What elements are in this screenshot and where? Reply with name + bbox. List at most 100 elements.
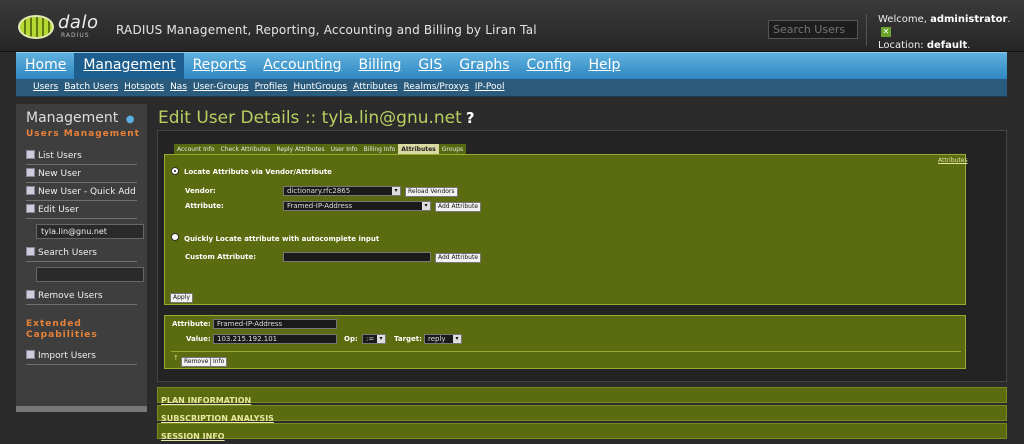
sidebar-title-text: Management [26,110,119,126]
tab-billing-info[interactable]: Billing Info [361,144,399,154]
drop-icon: ● [125,114,135,125]
nav-billing[interactable]: Billing [349,53,409,80]
search-users-field[interactable] [36,267,144,282]
search-users-icon [26,247,35,256]
nav-help[interactable]: Help [579,53,628,80]
vendor-select[interactable]: dictionary.rfc2865 ▾ [283,186,401,196]
add-attribute-button-2[interactable]: Add Attribute [435,253,482,263]
radio-vendor-attribute-label: Locate Attribute via Vendor/Attribute [184,168,332,176]
tab-user-info[interactable]: User Info [328,144,361,154]
list-users-icon [26,150,35,159]
nav-config[interactable]: Config [518,53,580,80]
sidebar-item-remove-users[interactable]: Remove Users [26,287,137,305]
chevron-down-icon: ▾ [453,335,461,343]
remove-users-icon [26,290,35,299]
user-tabs: Account Info Check Attributes Reply Attr… [174,144,467,154]
nav-management[interactable]: Management [74,53,184,80]
reload-vendors-button[interactable]: Reload Vendors [405,187,458,197]
custom-attribute-input[interactable] [283,252,431,262]
edit-user-input[interactable]: tyla.lin@gnu.net [36,224,144,239]
search-users-input[interactable] [768,20,858,39]
help-icon[interactable]: ? [466,109,475,127]
op-select-value: := [366,335,375,343]
subnav-ip-pool[interactable]: IP-Pool [472,79,508,92]
subnav-realms-proxys[interactable]: Realms/Proxys [401,79,472,92]
subnav-profiles[interactable]: Profiles [252,79,291,92]
welcome-username: administrator [930,14,1008,25]
sidebar-item-list-users[interactable]: List Users [26,147,137,165]
logout-icon[interactable]: ✕ [881,27,891,37]
subscription-analysis-section[interactable]: SUBSCRIPTION ANALYSIS [157,405,1007,423]
chevron-down-icon: ▾ [377,335,385,343]
remove-button[interactable]: Remove [181,357,212,367]
header: dalo RADIUS RADIUS Management, Reporting… [0,0,1024,52]
tab-groups[interactable]: Groups [439,144,466,154]
subscription-analysis-link[interactable]: SUBSCRIPTION ANALYSIS [158,414,274,423]
nav-gis[interactable]: GIS [409,53,450,80]
tab-attributes[interactable]: Attributes [398,144,439,154]
attributes-link[interactable]: Attributes [938,157,968,164]
op-select[interactable]: := ▾ [362,334,386,344]
chevron-down-icon: ▾ [422,202,430,210]
apply-button[interactable]: Apply [170,293,193,303]
tagline: RADIUS Management, Reporting, Accounting… [116,23,537,37]
attribute-row-panel: Attribute: Framed-IP-Address Value: 103.… [164,315,966,369]
radio-vendor-attribute[interactable] [171,167,179,175]
tab-check-attributes[interactable]: Check Attributes [218,144,274,154]
subnav-huntgroups[interactable]: HuntGroups [290,79,350,92]
logo-word: dalo [58,12,99,33]
nav-accounting[interactable]: Accounting [254,53,349,80]
nav-home[interactable]: Home [16,53,74,80]
subnav-nas[interactable]: Nas [167,79,190,92]
vendor-select-value: dictionary.rfc2865 [287,187,351,195]
edit-user-icon [26,204,35,213]
tab-account-info[interactable]: Account Info [174,144,218,154]
sidebar-bottom-bar [16,406,147,412]
dalo-logo[interactable]: dalo RADIUS [16,12,99,44]
header-divider [866,14,867,46]
chevron-down-icon: ▾ [392,187,400,195]
add-attribute-button[interactable]: Add Attribute [435,202,482,212]
subnav-user-groups[interactable]: User-Groups [190,79,252,92]
location-prefix: Location: [878,40,924,51]
watermelon-logo-icon [18,15,54,39]
sidebar-item-label: New User - Quick Add [38,187,136,197]
sidebar-item-label: Remove Users [38,291,103,301]
attribute-label: Attribute: [185,202,224,210]
target-select[interactable]: reply ▾ [424,334,462,344]
subnav-batch-users[interactable]: Batch Users [61,79,121,92]
sidebar-item-new-user-quick-add[interactable]: New User - Quick Add [26,183,137,201]
session-info-section[interactable]: SESSION INFO [157,423,1007,441]
attribute-select-value: Framed-IP-Address [287,202,353,210]
sidebar: Management ● Users Management List Users… [16,104,147,412]
sub-nav: Users Batch Users Hotspots Nas User-Grou… [16,79,1007,97]
radio-autocomplete[interactable] [171,233,179,241]
subnav-hotspots[interactable]: Hotspots [121,79,167,92]
sidebar-item-new-user[interactable]: New User [26,165,137,183]
tab-reply-attributes[interactable]: Reply Attributes [273,144,327,154]
locate-attribute-panel: Attributes Locate Attribute via Vendor/A… [164,154,968,305]
nav-graphs[interactable]: Graphs [450,53,517,80]
info-button[interactable]: Info [210,357,228,367]
page-title-text: Edit User Details :: tyla.lin@gnu.net [158,108,462,128]
sidebar-item-label: Edit User [38,205,79,215]
row-value-input[interactable]: 103.215.192.101 [213,334,337,344]
sidebar-item-label: List Users [38,151,82,161]
plan-information-section[interactable]: PLAN INFORMATION [157,387,1007,405]
sidebar-item-edit-user[interactable]: Edit User [26,201,137,219]
sidebar-item-search-users[interactable]: Search Users [26,244,137,262]
custom-attribute-label: Custom Attribute: [185,253,257,261]
plan-information-link[interactable]: PLAN INFORMATION [158,396,251,405]
vendor-label: Vendor: [185,187,216,195]
subnav-users[interactable]: Users [30,79,61,92]
logo-sub: RADIUS [61,32,90,39]
row-attribute-input[interactable]: Framed-IP-Address [213,319,337,329]
nav-reports[interactable]: Reports [184,53,255,80]
attribute-select[interactable]: Framed-IP-Address ▾ [283,201,431,211]
main-nav: Home Management Reports Accounting Billi… [16,52,1007,80]
sidebar-item-import-users[interactable]: Import Users [26,347,137,365]
radio-autocomplete-label: Quickly Locate attribute with autocomple… [184,235,380,243]
subnav-attributes[interactable]: Attributes [350,79,400,92]
session-info-link[interactable]: SESSION INFO [158,432,225,441]
new-user-quick-icon [26,186,35,195]
